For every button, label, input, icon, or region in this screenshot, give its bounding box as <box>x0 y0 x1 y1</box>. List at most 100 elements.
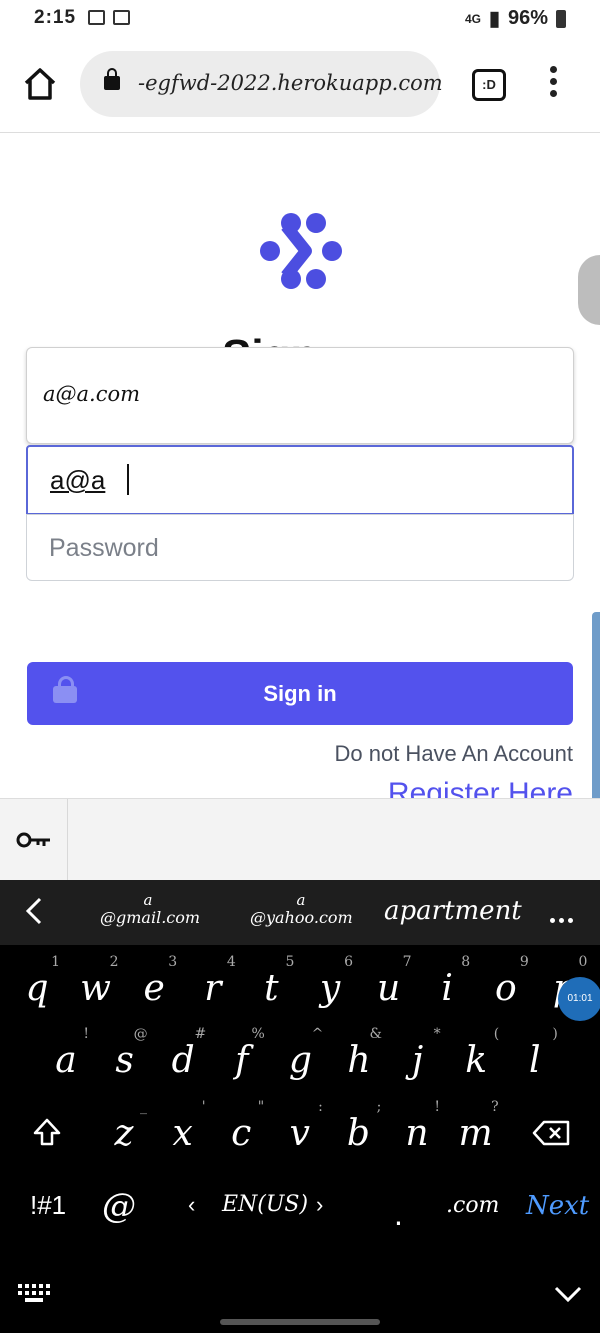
sign-in-button[interactable]: Sign in <box>27 662 573 725</box>
register-link[interactable]: Register Here <box>388 776 573 798</box>
symbols-key[interactable]: !#1 <box>30 1190 66 1221</box>
sign-in-label: Sign in <box>263 681 337 706</box>
key-z[interactable]: z _ <box>95 1099 153 1154</box>
home-icon[interactable] <box>22 66 58 102</box>
key-v[interactable]: v: <box>271 1099 329 1154</box>
key-q[interactable]: q1 <box>8 954 66 1009</box>
keyboard-switch-icon[interactable] <box>16 1282 52 1304</box>
key-h[interactable]: h & <box>330 1026 388 1081</box>
lock-icon <box>104 68 120 90</box>
key-u[interactable]: u7 <box>360 954 418 1009</box>
floating-timer-bubble[interactable]: 01:01 <box>558 977 600 1021</box>
tab-switcher-button[interactable]: :D <box>472 69 506 101</box>
key-letter: x <box>172 1113 193 1154</box>
more-icon[interactable] <box>550 910 577 928</box>
autofill-toolbar <box>0 798 600 881</box>
key-letter: e <box>143 968 165 1009</box>
backspace-icon[interactable] <box>532 1120 570 1146</box>
suggestion-gmail[interactable]: a @gmail.com <box>100 892 200 928</box>
language-key[interactable]: EN(US) <box>222 1192 308 1217</box>
period-key[interactable]: . <box>394 1196 403 1233</box>
at-key[interactable]: @ <box>102 1186 136 1226</box>
key-x[interactable]: x ' <box>154 1099 212 1154</box>
key-letter: o <box>494 968 517 1009</box>
key-letter: i <box>441 968 453 1009</box>
key-t[interactable]: t5 <box>242 954 300 1009</box>
key-letter: b <box>346 1113 370 1154</box>
key-secondary-symbol: 2 <box>109 954 119 970</box>
key-letter: y <box>319 968 341 1009</box>
key-secondary-symbol: @ <box>133 1026 148 1042</box>
key-secondary-symbol: ! <box>83 1026 89 1042</box>
key-m[interactable]: m? <box>447 1099 505 1154</box>
key-r[interactable]: r4 <box>184 954 242 1009</box>
key-k[interactable]: k( <box>447 1026 505 1081</box>
key-secondary-symbol: ? <box>491 1099 499 1115</box>
browser-menu-icon[interactable] <box>548 66 558 102</box>
password-placeholder: Password <box>49 534 159 562</box>
battery-level: 96% <box>507 7 548 29</box>
key-n[interactable]: n! <box>388 1099 446 1154</box>
key-secondary-symbol: % <box>251 1026 265 1042</box>
language-next-icon[interactable]: › <box>316 1192 323 1218</box>
suggestion-yahoo[interactable]: a @yahoo.com <box>250 892 353 928</box>
key-secondary-symbol: ) <box>552 1026 558 1042</box>
divider <box>67 799 68 881</box>
key-y[interactable]: y6 <box>301 954 359 1009</box>
key-l[interactable]: l) <box>506 1026 564 1081</box>
address-bar[interactable]: -egfwd-2022.herokuapp.com <box>80 51 443 117</box>
calendar-icon <box>88 10 105 25</box>
key-letter: a <box>55 1040 77 1081</box>
suggestion-word[interactable]: apartment <box>384 896 522 926</box>
key-letter: w <box>80 968 111 1009</box>
key-letter: k <box>465 1040 488 1081</box>
shift-icon[interactable] <box>32 1117 62 1147</box>
key-letter: t <box>264 968 279 1009</box>
key-secondary-symbol: 0 <box>578 954 588 970</box>
chevron-down-icon[interactable] <box>554 1286 582 1302</box>
key-secondary-symbol: ! <box>434 1099 440 1115</box>
key-secondary-symbol: 6 <box>344 954 353 970</box>
key-s[interactable]: s @ <box>96 1026 154 1081</box>
key-secondary-symbol: 4 <box>226 954 236 970</box>
autofill-suggestion[interactable]: a@a.com <box>26 347 574 444</box>
key-letter: s <box>115 1040 134 1081</box>
key-letter: m <box>458 1113 493 1154</box>
key-c[interactable]: c " <box>212 1099 270 1154</box>
key-o[interactable]: o9 <box>477 954 535 1009</box>
key-letter: r <box>204 968 222 1009</box>
email-input[interactable]: a@a <box>26 445 574 515</box>
no-account-text: Do not Have An Account <box>334 741 574 766</box>
key-letter: z <box>114 1113 134 1154</box>
url-text[interactable]: -egfwd-2022.herokuapp.com <box>138 71 443 95</box>
key-w[interactable]: w2 <box>67 954 125 1009</box>
chevron-left-icon[interactable] <box>24 897 44 925</box>
language-prev-icon[interactable]: ‹ <box>188 1192 195 1218</box>
autofill-suggestion-text: a@a.com <box>43 382 141 406</box>
key-letter: q <box>25 968 49 1009</box>
signal-icon: ▮ <box>488 8 500 30</box>
scroll-handle[interactable] <box>578 255 600 325</box>
dotcom-key[interactable]: .com <box>446 1193 499 1218</box>
key-d[interactable]: d # <box>154 1026 212 1081</box>
key-letter: v <box>289 1113 310 1154</box>
key-secondary-symbol: : <box>318 1099 323 1115</box>
suggestion-bar: a @gmail.com a @yahoo.com apartment <box>0 880 600 945</box>
key-i[interactable]: i8 <box>418 954 476 1009</box>
key-icon[interactable] <box>16 832 52 848</box>
key-j[interactable]: j * <box>389 1026 447 1081</box>
key-e[interactable]: e3 <box>125 954 183 1009</box>
key-letter: d <box>171 1040 195 1081</box>
key-b[interactable]: b; <box>329 1099 387 1154</box>
key-a[interactable]: a! <box>37 1026 95 1081</box>
key-secondary-symbol: & <box>369 1026 382 1042</box>
key-f[interactable]: f% <box>213 1026 271 1081</box>
password-input[interactable]: Password <box>26 514 574 581</box>
next-key[interactable]: Next <box>526 1191 589 1221</box>
key-g[interactable]: g ^ <box>271 1026 329 1081</box>
key-secondary-symbol: ( <box>493 1026 500 1042</box>
gesture-nav-handle[interactable] <box>220 1319 380 1325</box>
app-logo <box>260 213 342 289</box>
key-letter: l <box>529 1040 541 1081</box>
key-secondary-symbol: ^ <box>311 1026 324 1042</box>
